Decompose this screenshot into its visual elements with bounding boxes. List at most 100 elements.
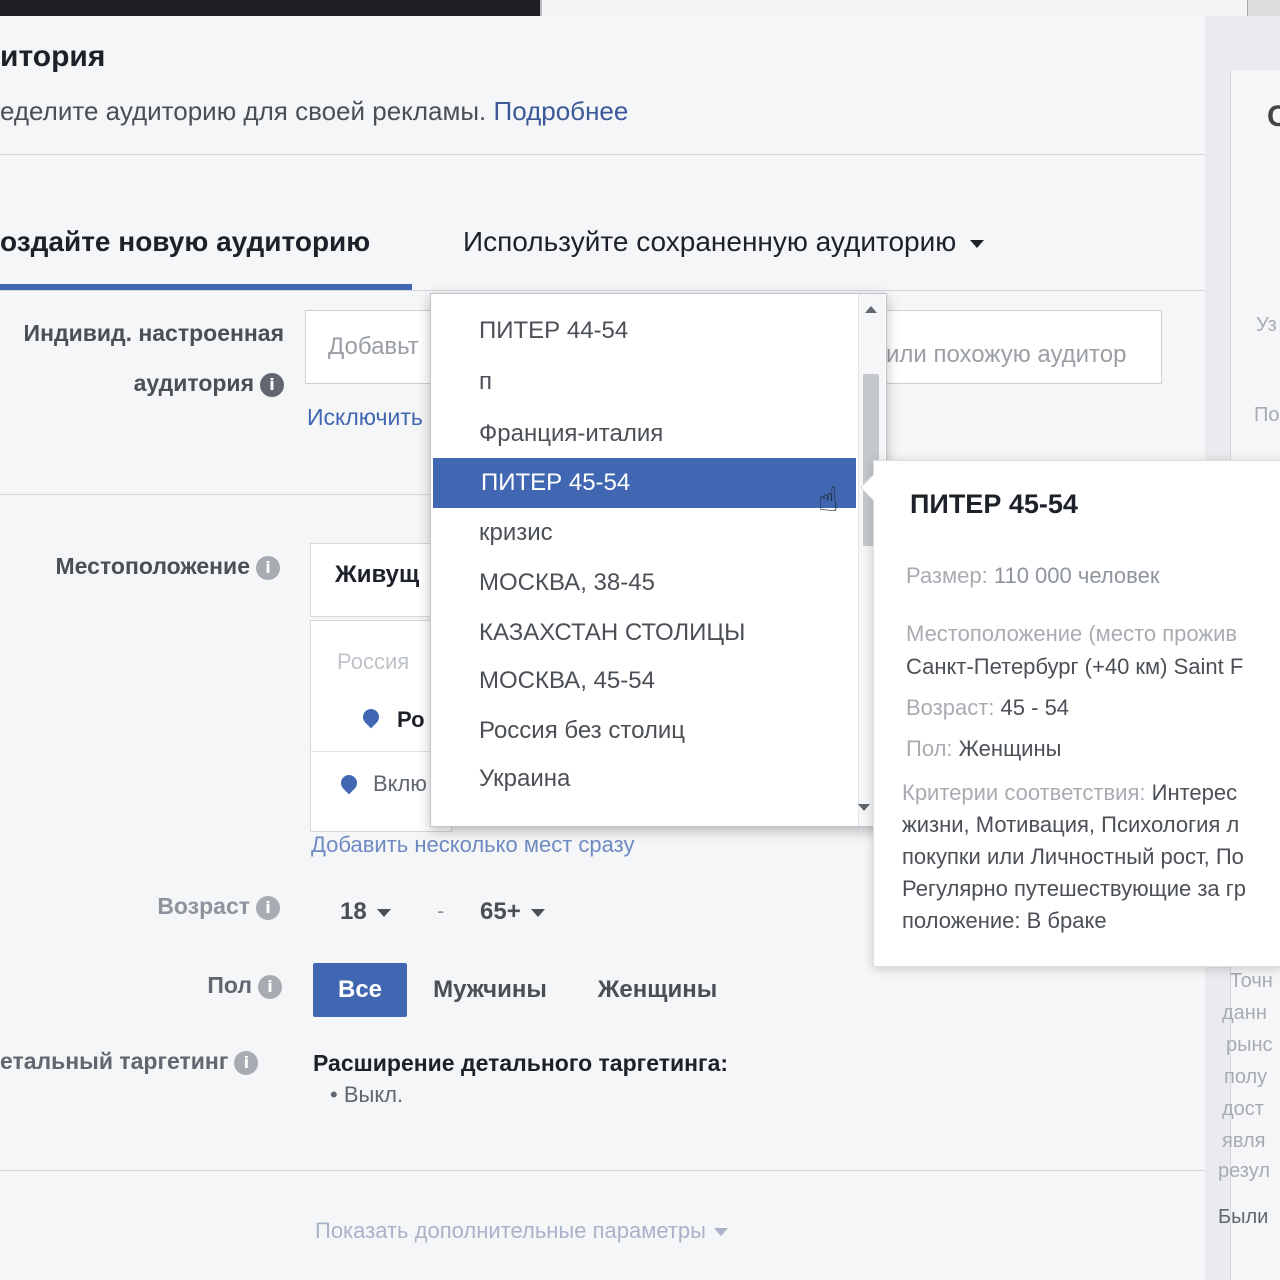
tooltip-gender: Пол: Женщины xyxy=(906,736,1061,762)
right-column-text: Были xyxy=(1218,1206,1269,1228)
location-search-placeholder: Россия xyxy=(337,649,410,674)
gender-male-button[interactable]: Мужчины xyxy=(420,963,560,1017)
info-icon[interactable]: i xyxy=(256,895,280,920)
right-column-text: явля xyxy=(1222,1130,1266,1152)
tooltip-size-value: 110 000 человек xyxy=(993,563,1160,588)
section-subtitle: еделите аудиторию для своей рекламы. Под… xyxy=(0,96,628,127)
detailed-targeting-label-text: етальный таргетинг xyxy=(0,1048,229,1074)
targeting-expansion-title: Расширение детального таргетинга: xyxy=(313,1050,729,1076)
show-more-options-link[interactable]: Показать дополнительные параметры xyxy=(315,1218,728,1244)
tooltip-location-value: Санкт-Петербург (+40 км) Saint F xyxy=(906,654,1244,679)
tooltip-age-key: Возраст: xyxy=(906,695,995,720)
tooltip-criteria-line: Регулярно путешествующие за гр xyxy=(902,876,1247,901)
location-pin-icon xyxy=(337,771,361,795)
age-separator: - xyxy=(437,898,445,923)
tooltip-size-key: Размер: xyxy=(906,563,988,588)
dropdown-item[interactable]: кризис xyxy=(431,508,856,558)
targeting-expansion-value-text: Выкл. xyxy=(343,1082,404,1107)
screen-top-bezel xyxy=(0,0,1280,16)
age-min-value: 18 xyxy=(340,898,367,925)
age-label-text: Возраст xyxy=(157,893,250,919)
custom-audience-label-line2: аудитория xyxy=(133,370,254,396)
chevron-down-icon xyxy=(530,908,545,917)
tooltip-gender-key: Пол: xyxy=(906,736,953,761)
tooltip-gender-value: Женщины xyxy=(958,736,1062,761)
right-column-text: рынс xyxy=(1226,1034,1273,1056)
tooltip-location-key: Местоположение (место прожив xyxy=(906,621,1238,646)
tab-create-new-audience[interactable]: оздайте новую аудиторию xyxy=(0,226,370,258)
right-column-text: дост xyxy=(1222,1098,1264,1120)
tooltip-criteria-line: жизни, Мотивация, Психология л xyxy=(902,812,1240,837)
tooltip-size: Размер: 110 000 человек xyxy=(906,563,1159,589)
info-icon[interactable]: i xyxy=(256,555,280,580)
audience-details-tooltip: ПИТЕР 45-54 Размер: 110 000 человек Мест… xyxy=(873,460,1280,967)
add-multiple-locations-link[interactable]: Добавить несколько мест сразу xyxy=(311,832,634,858)
dropdown-item[interactable]: МОСКВА, 38-45 xyxy=(431,558,856,608)
age-max-value: 65+ xyxy=(480,898,521,925)
tooltip-criteria-text: Интерес xyxy=(1151,780,1238,805)
tooltip-criteria-line: положение: В браке xyxy=(902,908,1107,933)
info-icon[interactable]: i xyxy=(258,974,282,999)
tooltip-criteria-line: Критерии соответствия: Интерес xyxy=(902,777,1280,809)
tooltip-criteria: Критерии соответствия: Интерес жизни, Мо… xyxy=(902,777,1280,937)
tooltip-criteria-key: Критерии соответствия: xyxy=(902,780,1146,805)
age-max-select[interactable]: 65+ xyxy=(480,898,545,926)
custom-audience-label-line1: Индивид. настроенная xyxy=(23,320,284,346)
section-divider xyxy=(0,494,430,495)
custom-audience-label: аудитория i xyxy=(0,370,284,397)
tabs-divider xyxy=(0,290,1205,291)
scroll-up-arrow-icon[interactable] xyxy=(865,306,877,313)
gender-label: Пол i xyxy=(0,972,282,999)
custom-audience-placeholder-right: или похожую аудитор xyxy=(886,341,1127,368)
gender-label-text: Пол xyxy=(207,972,252,998)
dropdown-item[interactable]: Россия без столиц xyxy=(431,706,856,756)
bullet-icon: • xyxy=(330,1082,344,1107)
section-title: итория xyxy=(0,40,106,73)
background-window-edge xyxy=(540,0,1280,16)
dropdown-item[interactable]: Франция-италия xyxy=(431,409,856,459)
right-column-text: полу xyxy=(1224,1066,1268,1088)
tab-use-saved-audience[interactable]: Используйте сохраненную аудиторию xyxy=(463,226,985,258)
dropdown-item-highlighted[interactable]: ПИТЕР 45-54 xyxy=(433,458,856,508)
right-column-text: данн xyxy=(1222,1002,1267,1024)
dropdown-item[interactable]: п xyxy=(431,357,856,407)
selected-country: Ро xyxy=(397,707,425,732)
tab-saved-label: Используйте сохраненную аудиторию xyxy=(463,226,957,257)
side-panel-heading: С xyxy=(1267,100,1280,133)
scroll-down-arrow-icon[interactable] xyxy=(858,804,870,811)
right-column-text: Уз xyxy=(1256,314,1277,336)
window-control-button[interactable] xyxy=(1247,0,1280,16)
location-label-text: Местоположение xyxy=(55,553,251,579)
info-icon[interactable]: i xyxy=(260,372,284,397)
right-column-text: резул xyxy=(1218,1160,1270,1182)
include-label: Вклю xyxy=(373,771,427,796)
learn-more-link[interactable]: Подробнее xyxy=(494,96,629,126)
dropdown-item[interactable]: КАЗАХСТАН СТОЛИЦЫ xyxy=(431,608,856,658)
location-pin-icon xyxy=(359,705,383,729)
right-column-text: По xyxy=(1254,404,1280,426)
footer-divider xyxy=(0,1170,1205,1171)
detailed-targeting-label: етальный таргетинг i xyxy=(0,1048,284,1075)
show-more-options-text: Показать дополнительные параметры xyxy=(315,1218,706,1243)
tooltip-title: ПИТЕР 45-54 xyxy=(910,489,1078,519)
dropdown-item[interactable]: МОСКВА, 45-54 xyxy=(431,656,856,706)
tooltip-age: Возраст: 45 - 54 xyxy=(906,695,1069,721)
exclude-link[interactable]: Исключить xyxy=(307,404,423,431)
header-divider xyxy=(0,154,1205,155)
age-min-select[interactable]: 18 xyxy=(340,898,391,926)
location-type-value: Живущ xyxy=(335,561,420,588)
custom-audience-placeholder-left: Добавьт xyxy=(328,333,419,360)
dropdown-item[interactable]: ПИТЕР 44-54 xyxy=(431,306,856,356)
location-label: Местоположение i xyxy=(0,553,280,580)
right-column-text: Точн xyxy=(1230,970,1273,992)
tooltip-age-value: 45 - 54 xyxy=(1000,695,1070,720)
age-label: Возраст i xyxy=(0,893,280,920)
chevron-down-icon xyxy=(713,1228,728,1237)
info-icon[interactable]: i xyxy=(234,1050,259,1075)
gender-female-button[interactable]: Женщины xyxy=(585,963,730,1017)
tooltip-criteria-line: покупки или Личностный рост, По xyxy=(902,844,1244,869)
gender-all-button[interactable]: Все xyxy=(313,963,407,1017)
saved-audience-dropdown[interactable]: ПИТЕР 44-54 п Франция-италия ПИТЕР 45-54… xyxy=(430,293,887,827)
pointer-hand-cursor-icon: ☝ xyxy=(818,480,839,520)
dropdown-item[interactable]: Украина xyxy=(431,754,856,804)
